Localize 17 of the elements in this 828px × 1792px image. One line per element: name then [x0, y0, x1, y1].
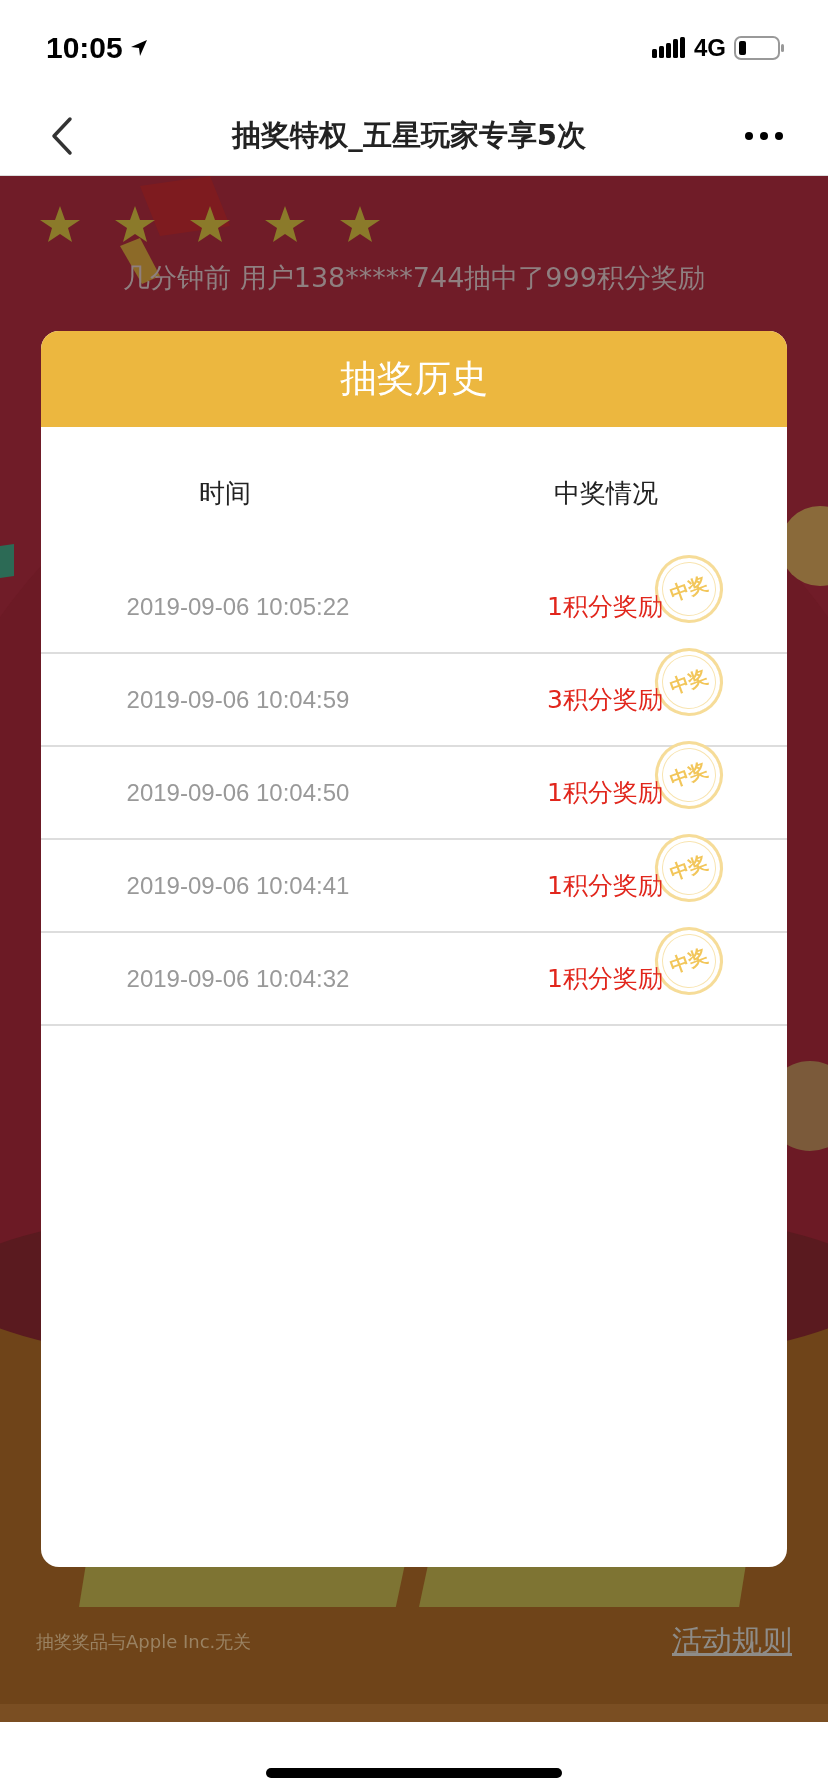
time-cell-text: 2019-09-06 10:04:59 — [125, 685, 351, 714]
time-cell-text: 2019-09-06 10:05:22 — [125, 592, 351, 621]
clock-time: 10:05 — [46, 31, 123, 65]
dialog-title: 抽奖历史 — [41, 331, 787, 427]
network-label: 4G — [694, 34, 726, 62]
column-header: 中奖情况 — [553, 476, 659, 510]
column-header: 时间 — [198, 476, 252, 510]
time-cell-text: 2019-09-06 10:04:41 — [125, 871, 351, 900]
more-icon[interactable] — [744, 130, 784, 141]
time-cell-text: 2019-09-06 10:04:32 — [125, 964, 351, 993]
page-title: 抽奖特权_五星玩家专享5次 — [232, 116, 586, 154]
signal-icon — [652, 37, 686, 59]
time-cell-text: 2019-09-06 10:04:50 — [125, 778, 351, 807]
rules-link[interactable]: 活动规则 — [672, 1621, 792, 1662]
back-icon[interactable] — [50, 115, 74, 156]
disclaimer-text: 抽奖奖品与Apple Inc.无关 — [36, 1629, 252, 1654]
battery-icon — [734, 36, 784, 60]
